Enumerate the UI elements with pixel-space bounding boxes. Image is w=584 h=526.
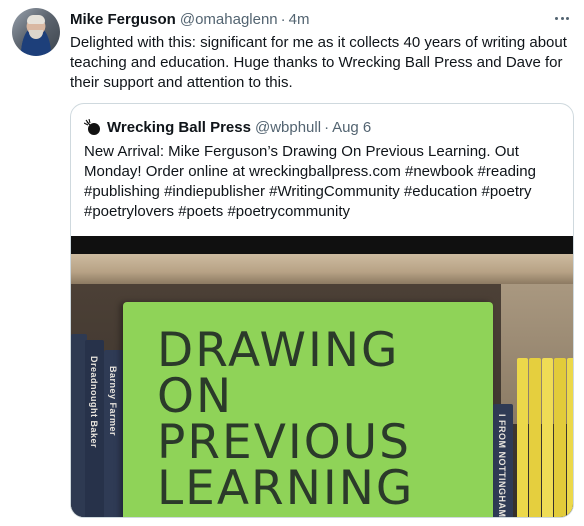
- hashtag-link[interactable]: #WritingCommunity: [269, 183, 400, 200]
- quoted-author-avatar[interactable]: [83, 118, 101, 136]
- spine-label: Dreadnought Baker: [89, 356, 99, 449]
- hashtag-link[interactable]: #poetry: [482, 183, 532, 200]
- book-title-line: PREVIOUS: [157, 415, 411, 470]
- shelf-board: [71, 254, 573, 284]
- more-dot: [566, 16, 569, 20]
- avatar-hair: [27, 15, 45, 24]
- more-dot: [555, 16, 558, 20]
- hashtag-link[interactable]: #publishing: [84, 183, 160, 200]
- more-options-icon[interactable]: ···: [552, 9, 572, 27]
- shelf-background: [71, 236, 573, 254]
- hashtag-link[interactable]: #poetrycommunity: [227, 203, 350, 220]
- quoted-header-separator: ·: [324, 118, 330, 136]
- yellow-book: [554, 358, 566, 517]
- tweet-text: Delighted with this: significant for me …: [70, 34, 567, 91]
- book-spine: Barney Farmer: [104, 350, 124, 517]
- quoted-author-name[interactable]: Wrecking Ball Press: [107, 119, 251, 136]
- tweet-header: Mike Ferguson @omahaglenn · 4m: [70, 8, 310, 30]
- quoted-tweet-text: New Arrival: Mike Ferguson’s Drawing On …: [84, 142, 564, 222]
- yellow-book: [529, 358, 541, 517]
- quoted-tweet-card[interactable]: Wrecking Ball Press @wbphull · Aug 6 New…: [70, 103, 574, 518]
- more-dot: [560, 16, 564, 20]
- hashtag-link[interactable]: #newbook: [405, 163, 473, 180]
- quoted-tweet-photo[interactable]: Dreadnought Baker Barney Farmer I FROM N…: [71, 236, 573, 518]
- book-spine: Dreadnought Baker: [85, 340, 104, 517]
- book-title: DRAWING ON PREVIOUS LEARNING: [157, 323, 415, 516]
- author-avatar[interactable]: [12, 8, 60, 56]
- author-handle[interactable]: @omahaglenn: [180, 11, 278, 28]
- book-title-line: LEARNING: [157, 461, 415, 516]
- avatar-beard: [29, 30, 43, 39]
- book-title-line: DRAWING: [157, 323, 400, 378]
- hashtag-link[interactable]: #poetrylovers: [84, 203, 174, 220]
- book-title-line: ON: [157, 369, 234, 424]
- yellow-book: [542, 358, 553, 517]
- wrecking-ball-icon: [83, 118, 100, 135]
- header-separator: ·: [280, 10, 286, 28]
- tweet-timestamp[interactable]: 4m: [289, 11, 310, 28]
- author-name[interactable]: Mike Ferguson: [70, 11, 176, 28]
- spine-label: I FROM NOTTINGHAM: [497, 414, 507, 518]
- quoted-author-handle[interactable]: @wbphull: [255, 119, 321, 136]
- yellow-book: [567, 358, 573, 517]
- hashtag-link[interactable]: #poets: [178, 203, 223, 220]
- book-cover: DRAWING ON PREVIOUS LEARNING: [123, 302, 493, 517]
- book-spine: I FROM NOTTINGHAM: [493, 404, 513, 518]
- hashtag-link[interactable]: #indiepublisher: [164, 183, 265, 200]
- hashtag-link[interactable]: #reading: [478, 163, 536, 180]
- quoted-tweet-header: Wrecking Ball Press @wbphull · Aug 6: [83, 116, 371, 138]
- quoted-timestamp[interactable]: Aug 6: [332, 119, 371, 136]
- yellow-book: [517, 358, 528, 517]
- spine-label: Barney Farmer: [108, 366, 118, 437]
- hashtag-link[interactable]: #education: [404, 183, 477, 200]
- tweet[interactable]: Mike Ferguson @omahaglenn · 4m ··· Delig…: [0, 0, 584, 526]
